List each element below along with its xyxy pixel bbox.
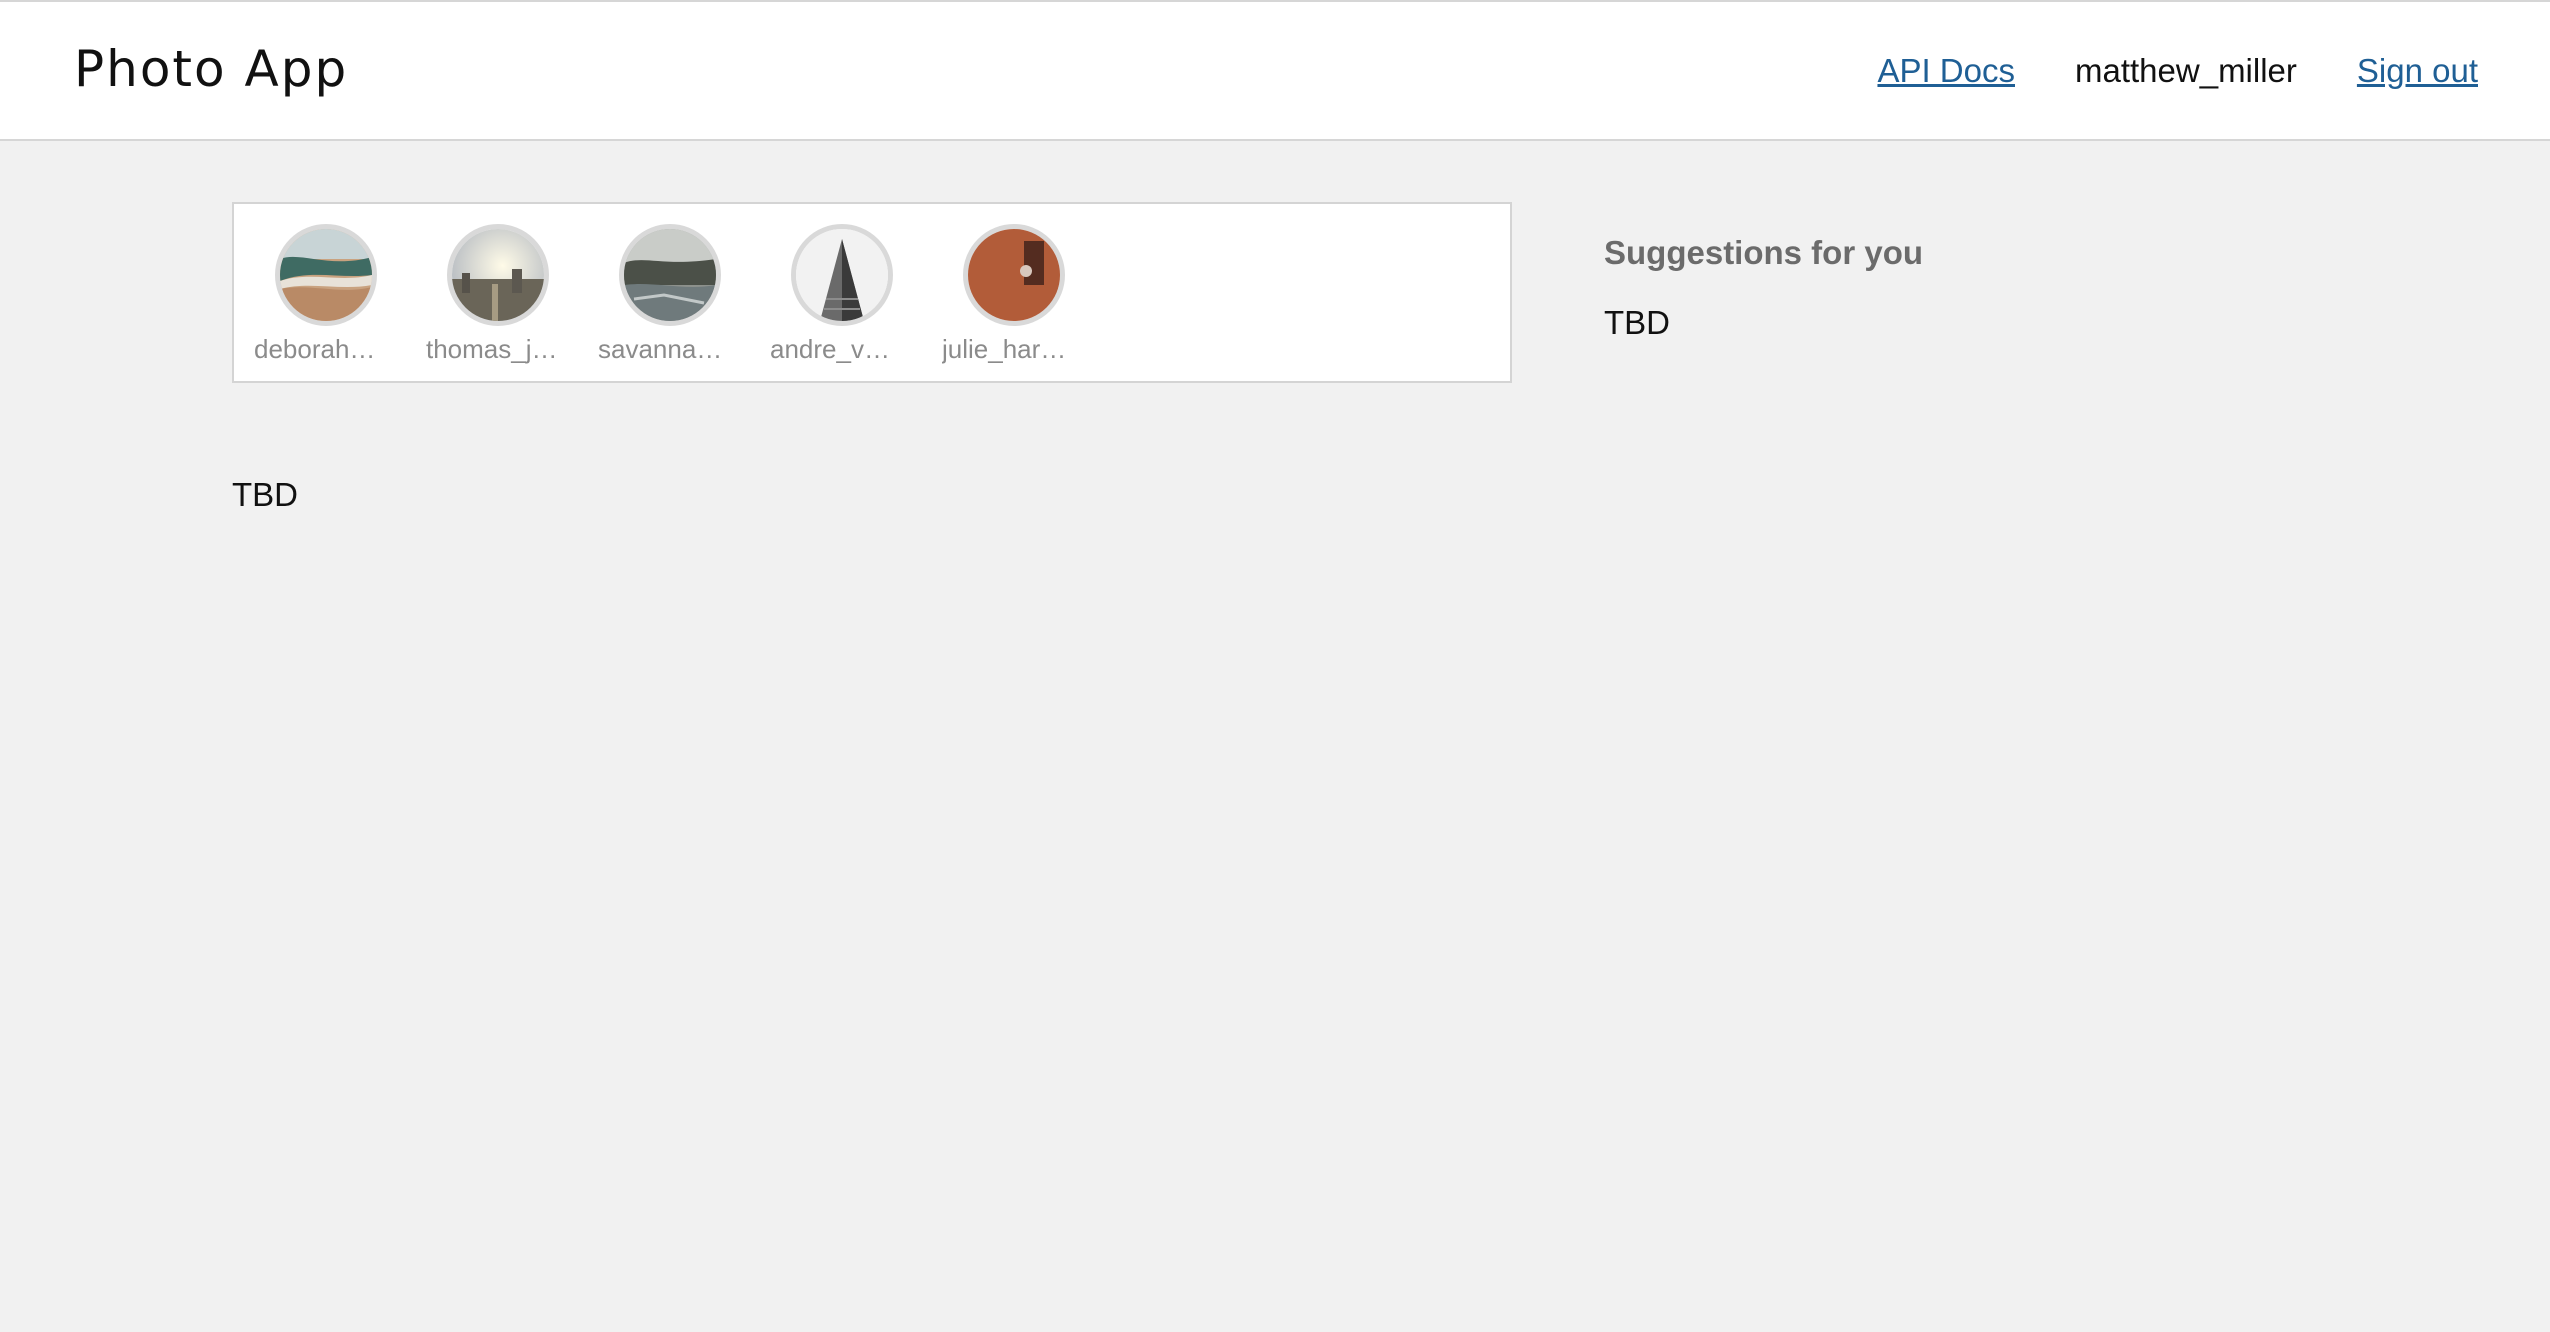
suggestions-title: Suggestions for you (1604, 234, 1924, 271)
flatiron-building-photo-icon (796, 229, 888, 321)
story-avatar[interactable] (963, 224, 1065, 326)
story-username: julie_har… (942, 334, 1067, 364)
story-username: savanna… (598, 334, 723, 364)
story-item[interactable]: savanna… (598, 224, 742, 381)
story-username: deborah… (254, 334, 376, 364)
story-item[interactable]: thomas_j… (426, 224, 570, 381)
beach-photo-icon (280, 229, 372, 321)
story-username: thomas_j… (426, 334, 558, 364)
nav-links: API Docs matthew_miller Sign out (1877, 52, 2478, 90)
app-logo-title: Photo App (74, 40, 349, 98)
current-username: matthew_miller (2075, 52, 2297, 89)
story-item[interactable]: deborah… (254, 224, 398, 381)
story-item[interactable]: julie_har… (942, 224, 1086, 381)
city-skyline-photo-icon (452, 229, 544, 321)
sign-out-link[interactable]: Sign out (2357, 52, 2478, 90)
api-docs-link[interactable]: API Docs (1877, 52, 2015, 90)
navbar: Photo App API Docs matthew_miller Sign o… (0, 0, 2550, 141)
story-avatar[interactable] (275, 224, 377, 326)
story-avatar[interactable] (791, 224, 893, 326)
suggestions-placeholder: TBD (1604, 304, 1670, 341)
brick-wall-photo-icon (968, 229, 1060, 321)
suggestions-panel: Suggestions for you TBD (1604, 234, 1923, 342)
story-avatar[interactable] (447, 224, 549, 326)
story-username: andre_v… (770, 334, 890, 364)
story-avatar[interactable] (619, 224, 721, 326)
misty-river-photo-icon (624, 229, 716, 321)
stories-panel: deborah… thomas_j… savanna… andre_v… jul… (232, 202, 1512, 383)
story-item[interactable]: andre_v… (770, 224, 914, 381)
feed-placeholder: TBD (232, 476, 298, 513)
